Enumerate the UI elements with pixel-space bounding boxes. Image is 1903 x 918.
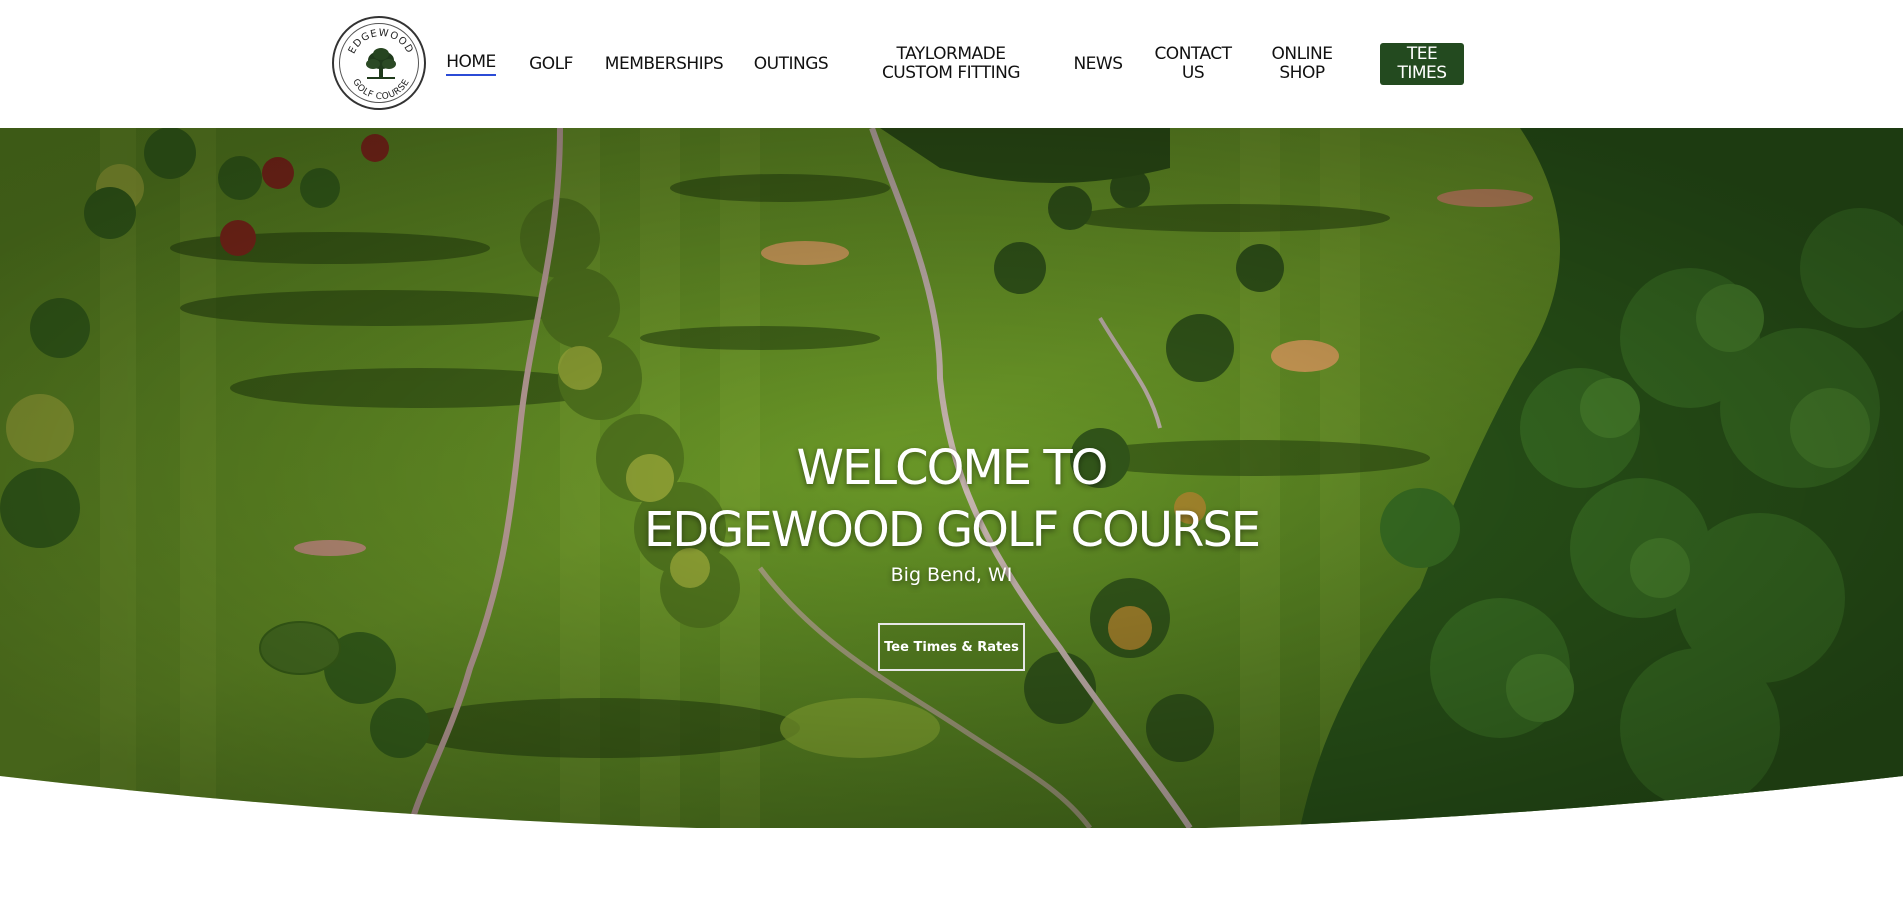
tee-times-rates-label: Tee Times & Rates <box>884 639 1019 655</box>
nav-golf-label: GOLF <box>529 53 573 74</box>
hero-location: Big Bend, WI <box>890 564 1013 586</box>
hero-title-line2: EDGEWOOD GOLF COURSE <box>643 502 1261 558</box>
nav-shop-label: ONLINE SHOP <box>1271 44 1333 83</box>
nav-home[interactable]: HOME <box>446 0 496 128</box>
nav-home-label: HOME <box>446 52 496 76</box>
nav-outings[interactable]: OUTINGS <box>753 0 829 128</box>
tee-times-button[interactable]: TEE TIMES <box>1380 43 1464 85</box>
tee-times-label: TEE TIMES <box>1397 44 1447 83</box>
nav-news[interactable]: NEWS <box>1073 0 1123 128</box>
nav-news-label: NEWS <box>1073 53 1123 74</box>
hero-section: WELCOME TO EDGEWOOD GOLF COURSE Big Bend… <box>0 128 1903 828</box>
nav-outings-label: OUTINGS <box>753 53 829 74</box>
nav-memberships[interactable]: MEMBERSHIPS <box>604 0 724 128</box>
nav-golf[interactable]: GOLF <box>529 0 573 128</box>
nav-taylormade-fitting[interactable]: TAYLORMADE CUSTOM FITTING <box>866 0 1036 128</box>
nav-contact-label: CONTACT US <box>1154 44 1232 83</box>
nav-contact-us[interactable]: CONTACT US <box>1154 0 1232 128</box>
hero-title-line1: WELCOME TO <box>796 440 1109 496</box>
nav-taylormade-label: TAYLORMADE CUSTOM FITTING <box>881 44 1021 83</box>
nav-memberships-label: MEMBERSHIPS <box>604 53 724 74</box>
tee-times-rates-button[interactable]: Tee Times & Rates <box>878 623 1025 671</box>
main-nav: HOME GOLF MEMBERSHIPS OUTINGS TAYLORMADE… <box>0 0 1903 128</box>
site-header: EDGEWOOD GOLF COURSE HOME GOLF MEMBERSHI… <box>0 0 1903 128</box>
nav-online-shop[interactable]: ONLINE SHOP <box>1264 0 1340 128</box>
